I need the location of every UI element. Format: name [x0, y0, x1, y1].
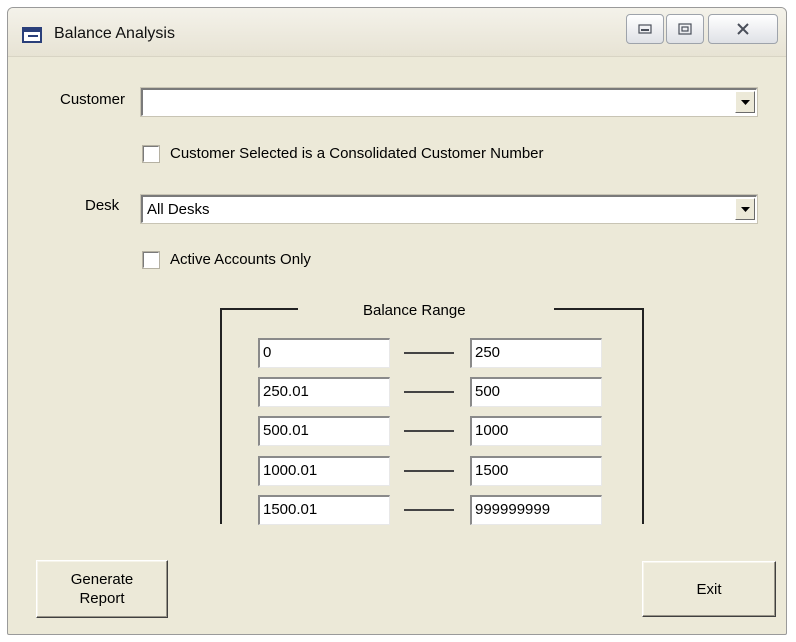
exit-button[interactable]: Exit — [642, 561, 776, 617]
balance-range-group: Balance Range 0 250 250.01 500 500.01 10… — [220, 302, 644, 525]
maximize-icon — [678, 23, 692, 35]
range-to-2[interactable]: 500 — [470, 377, 602, 407]
desk-label: Desk — [85, 197, 120, 214]
generate-report-button[interactable]: Generate Report — [36, 560, 168, 618]
range-from-5[interactable]: 1500.01 — [258, 495, 390, 525]
customer-dropdown-button[interactable] — [735, 91, 755, 113]
customer-label: Customer — [60, 91, 126, 108]
title-bar: Balance Analysis — [8, 8, 786, 57]
group-border-top-right — [554, 308, 644, 310]
group-border-top-left — [220, 308, 298, 310]
range-from-1[interactable]: 0 — [258, 338, 390, 368]
balance-range-title: Balance Range — [363, 302, 466, 319]
desk-value: All Desks — [147, 201, 210, 218]
desk-combo[interactable]: All Desks — [141, 195, 757, 223]
range-to-3[interactable]: 1000 — [470, 416, 602, 446]
group-border-right — [642, 308, 644, 524]
group-border-left — [220, 308, 222, 524]
maximize-button[interactable] — [666, 14, 704, 44]
close-icon — [737, 23, 749, 35]
chevron-down-icon — [741, 207, 750, 212]
range-from-4[interactable]: 1000.01 — [258, 456, 390, 486]
customer-combo[interactable] — [141, 88, 757, 116]
active-accounts-checkbox[interactable] — [143, 252, 159, 268]
minimize-button[interactable] — [626, 14, 664, 44]
window-title: Balance Analysis — [54, 25, 175, 42]
range-dash — [404, 509, 454, 511]
balance-analysis-window: Balance Analysis Customer Customer Selec… — [7, 7, 787, 635]
range-to-4[interactable]: 1500 — [470, 456, 602, 486]
range-to-1[interactable]: 250 — [470, 338, 602, 368]
range-dash — [404, 470, 454, 472]
range-dash — [404, 391, 454, 393]
range-from-2[interactable]: 250.01 — [258, 377, 390, 407]
consolidated-customer-checkbox[interactable] — [143, 146, 159, 162]
consolidated-customer-label: Customer Selected is a Consolidated Cust… — [170, 145, 544, 162]
desk-dropdown-button[interactable] — [735, 198, 755, 220]
range-dash — [404, 352, 454, 354]
range-dash — [404, 430, 454, 432]
chevron-down-icon — [741, 100, 750, 105]
close-button[interactable] — [708, 14, 778, 44]
active-accounts-label: Active Accounts Only — [170, 251, 311, 268]
range-to-5[interactable]: 999999999 — [470, 495, 602, 525]
range-from-3[interactable]: 500.01 — [258, 416, 390, 446]
app-window-icon — [22, 27, 42, 43]
minimize-icon — [638, 24, 652, 34]
